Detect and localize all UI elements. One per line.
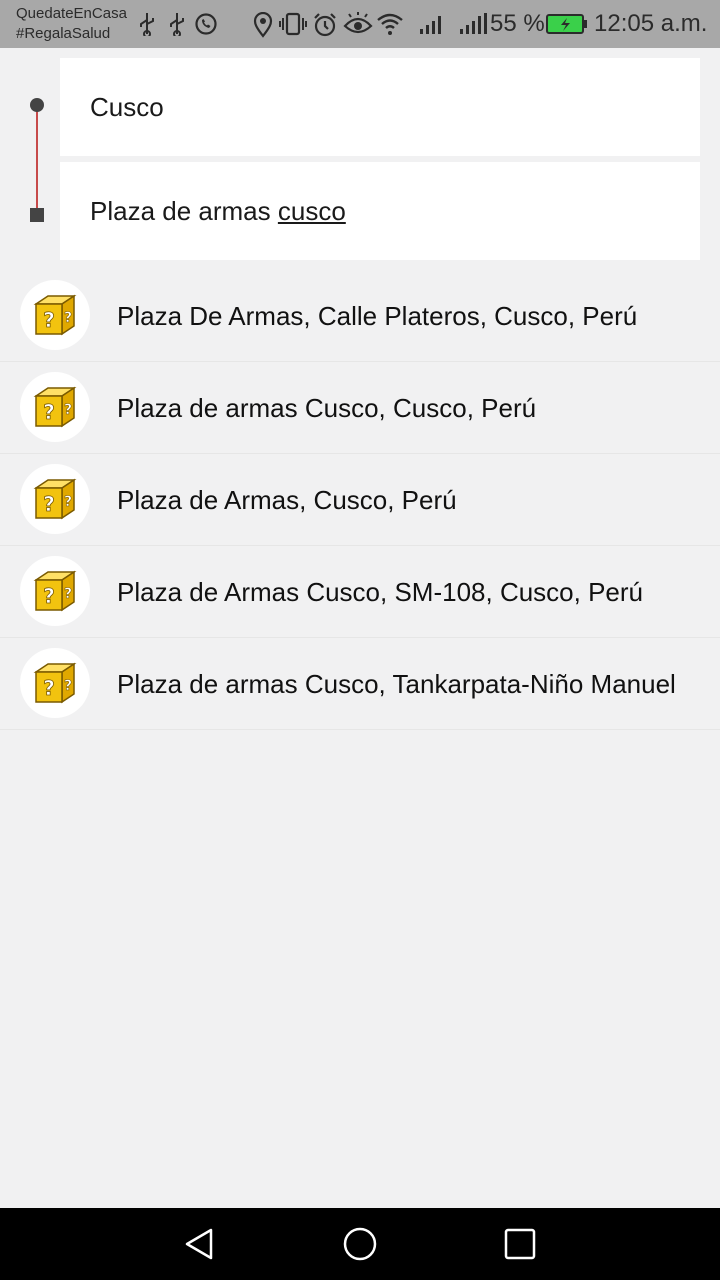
alarm-icon — [314, 13, 336, 37]
question-block-icon: ? ? — [33, 662, 77, 704]
usb-icon — [140, 13, 154, 36]
svg-text:?: ? — [64, 402, 72, 418]
svg-text:?: ? — [64, 678, 72, 694]
battery-icon — [546, 14, 587, 34]
carrier-line-1: QuedateEnCasa — [16, 5, 127, 22]
destination-prefix: Plaza de armas — [90, 196, 278, 226]
suggestion-label: Plaza de Armas, Cusco, Perú — [117, 485, 457, 515]
suggestion-item[interactable]: ? ? Plaza de Armas, Cusco, Perú — [0, 454, 720, 546]
suggestion-label: Plaza De Armas, Calle Plateros, Cusco, P… — [117, 301, 638, 331]
suggestion-list: ? ? Plaza De Armas, Calle Plateros, Cusc… — [0, 270, 720, 730]
question-block-icon: ? ? — [33, 386, 77, 428]
wifi-icon — [377, 13, 403, 35]
question-block-icon: ? ? — [33, 570, 77, 612]
carrier-label: QuedateEnCasa #RegalaSalud — [16, 4, 127, 44]
location-icon — [253, 12, 273, 38]
suggestion-label: Plaza de Armas Cusco, SM-108, Cusco, Per… — [117, 577, 644, 607]
svg-text:?: ? — [64, 586, 72, 602]
suggestion-item[interactable]: ? ? Plaza de armas Cusco, Cusco, Perú — [0, 362, 720, 454]
avatar: ? ? — [20, 464, 90, 534]
suggestion-item[interactable]: ? ? Plaza De Armas, Calle Plateros, Cusc… — [0, 270, 720, 362]
svg-text:?: ? — [43, 400, 55, 424]
status-bar: QuedateEnCasa #RegalaSalud 55 % 12:05 a.… — [0, 0, 720, 48]
home-icon[interactable] — [342, 1226, 378, 1262]
signal-icon — [420, 16, 441, 34]
question-block-icon: ? ? — [33, 478, 77, 520]
avatar: ? ? — [20, 280, 90, 350]
question-block-icon: ? ? — [33, 294, 77, 336]
route-line — [36, 107, 38, 213]
avatar: ? ? — [20, 648, 90, 718]
destination-typed: cusco — [277, 196, 346, 226]
screen: QuedateEnCasa #RegalaSalud 55 % 12:05 a.… — [0, 0, 720, 1280]
whatsapp-icon — [195, 13, 217, 35]
destination-square-icon — [30, 208, 44, 222]
svg-text:?: ? — [64, 310, 72, 326]
svg-text:?: ? — [43, 492, 55, 516]
svg-text:?: ? — [43, 308, 55, 332]
avatar: ? ? — [20, 556, 90, 626]
suggestion-label: Plaza de armas Cusco, Tankarpata-Niño Ma… — [117, 669, 676, 699]
origin-value: Cusco — [90, 92, 164, 122]
clock: 12:05 a.m. — [594, 10, 708, 37]
svg-text:?: ? — [64, 494, 72, 510]
usb-icon — [170, 13, 184, 36]
suggestion-label: Plaza de armas Cusco, Cusco, Perú — [117, 393, 537, 423]
suggestion-item[interactable]: ? ? Plaza de Armas Cusco, SM-108, Cusco,… — [0, 546, 720, 638]
battery-percent: 55 % — [490, 10, 545, 37]
carrier-line-2: #RegalaSalud — [16, 25, 111, 42]
svg-text:?: ? — [43, 584, 55, 608]
origin-field[interactable]: Cusco — [60, 58, 700, 156]
destination-field[interactable]: Plaza de armas cusco — [60, 162, 700, 260]
avatar: ? ? — [20, 372, 90, 442]
eye-icon — [343, 12, 373, 34]
vibrate-icon — [279, 12, 307, 36]
signal-icon — [460, 13, 487, 34]
svg-text:?: ? — [43, 676, 55, 700]
navigation-bar — [0, 1208, 720, 1280]
back-icon[interactable] — [182, 1226, 218, 1262]
recents-icon[interactable] — [502, 1226, 538, 1262]
origin-dot-icon — [30, 98, 44, 112]
suggestion-item[interactable]: ? ? Plaza de armas Cusco, Tankarpata-Niñ… — [0, 638, 720, 730]
